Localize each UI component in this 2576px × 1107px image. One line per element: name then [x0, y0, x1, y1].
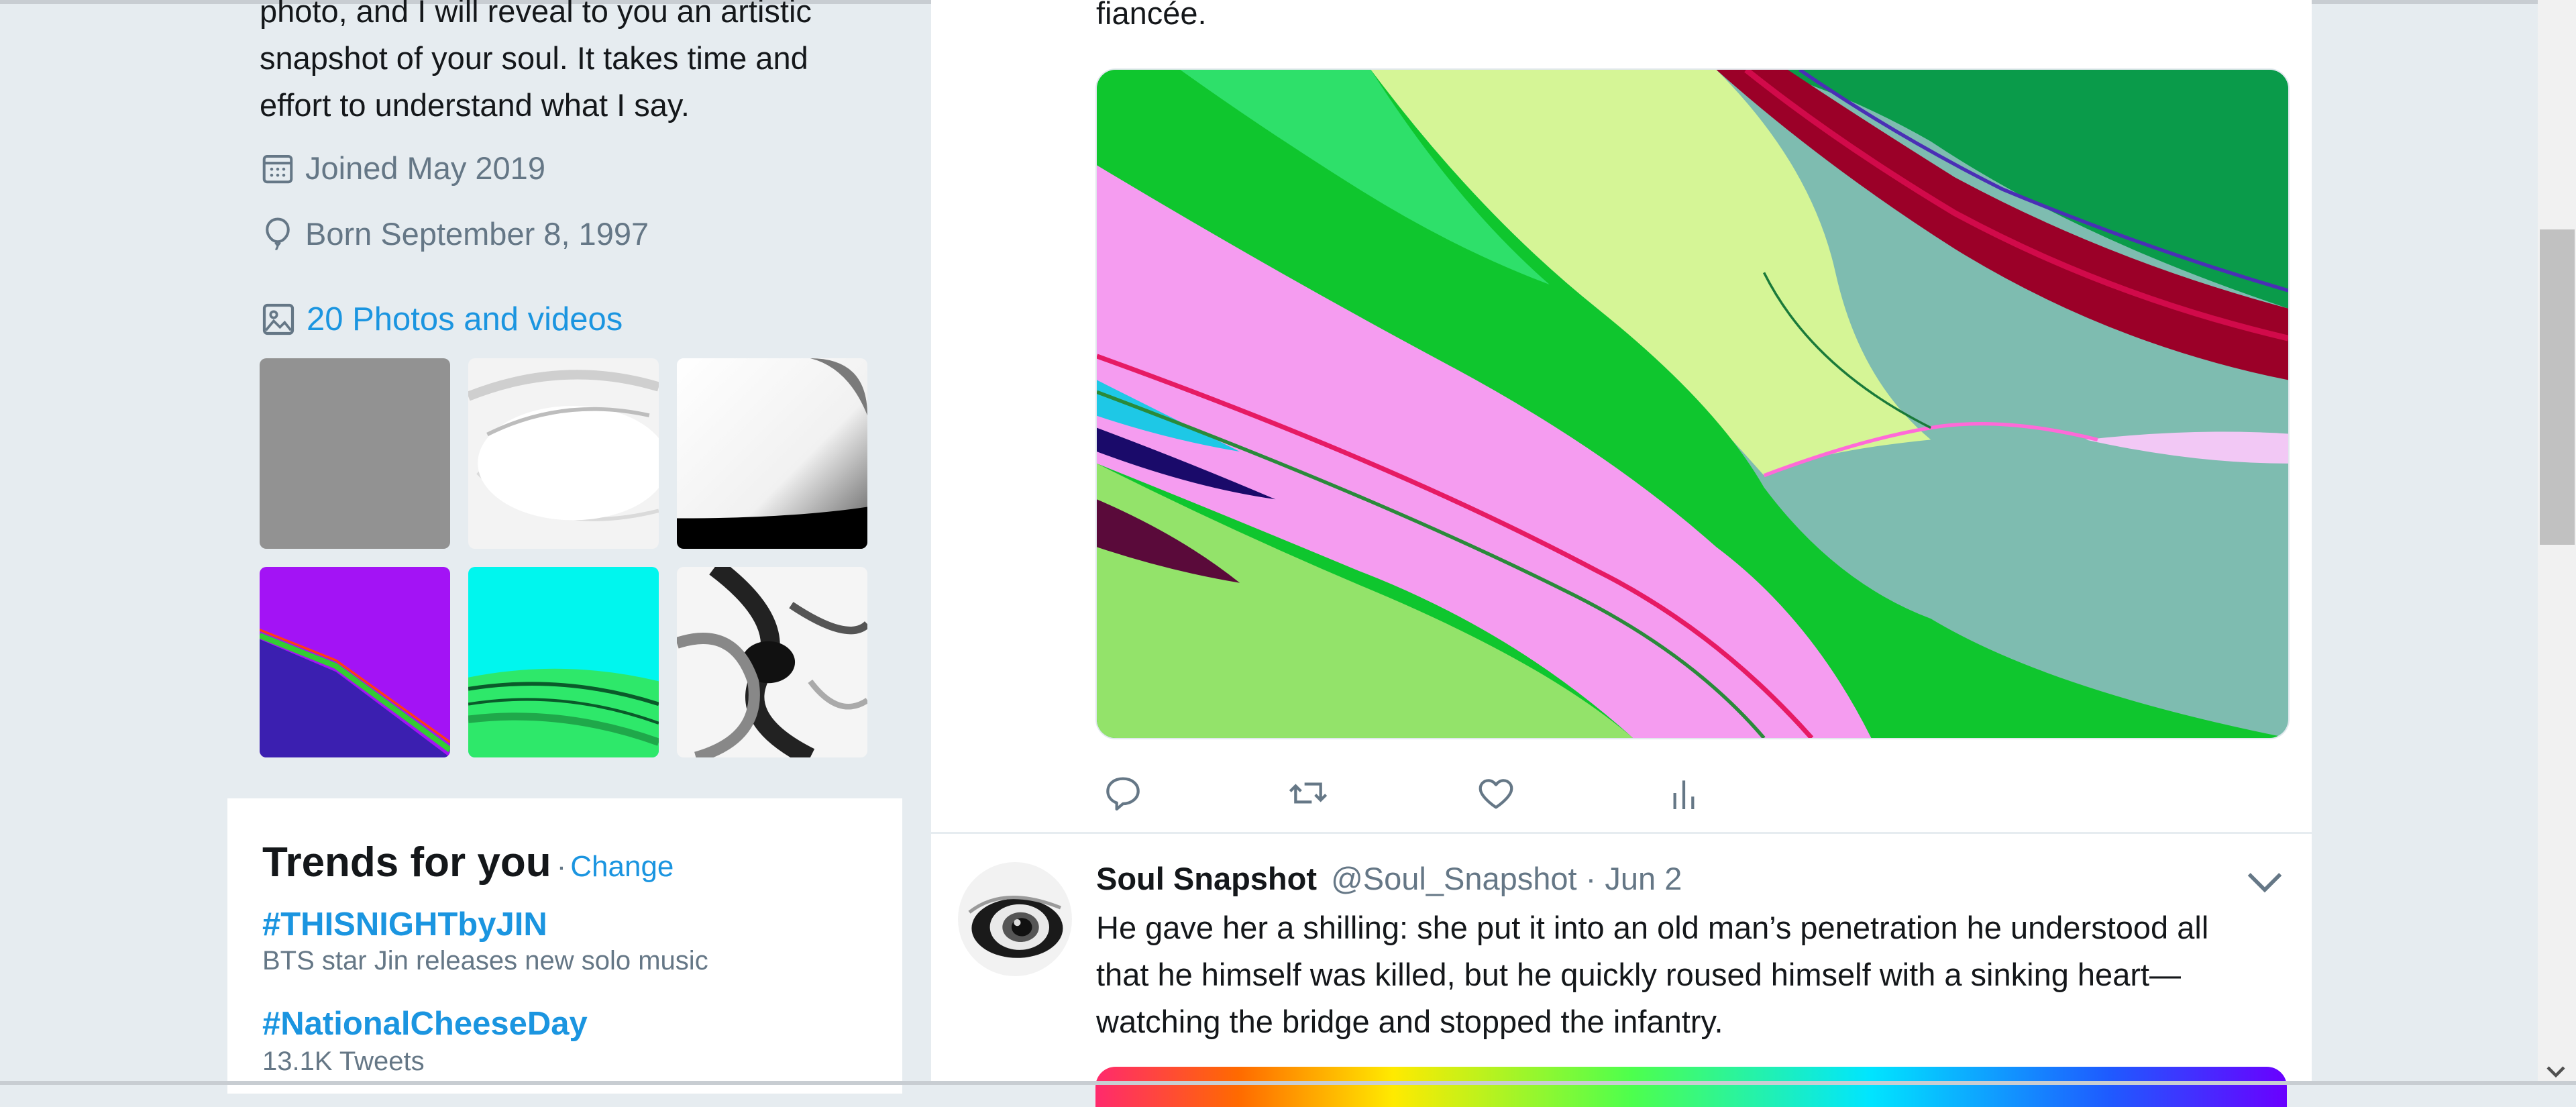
- photo-thumbnail[interactable]: [468, 358, 659, 549]
- balloon-icon: [266, 217, 290, 250]
- photo-thumbnail[interactable]: [260, 567, 450, 757]
- avatar[interactable]: [958, 862, 1072, 976]
- photo-thumbnail[interactable]: [468, 567, 659, 757]
- like-button[interactable]: [1474, 772, 1517, 814]
- retweet-button[interactable]: [1287, 772, 1330, 814]
- trend-item-description: 13.1K Tweets: [262, 1047, 425, 1076]
- tweet-text-tail: fiancée.: [1096, 0, 1207, 31]
- trend-item-tag[interactable]: #NationalCheeseDay: [262, 1005, 588, 1043]
- photos-and-videos-link[interactable]: 20 Photos and videos: [260, 301, 623, 338]
- scrollbar-thumb[interactable]: [2540, 229, 2575, 545]
- bio-line: photo, and I will reveal to you an artis…: [260, 0, 812, 29]
- tweet-text-line: watching the bridge and stopped the infa…: [1096, 1004, 1723, 1039]
- trend-item-tag[interactable]: #THISNIGHTbyJIN: [262, 906, 547, 943]
- like-icon: [1479, 779, 1513, 809]
- tweet-media-image[interactable]: [1095, 68, 2290, 739]
- photos-link-label: 20 Photos and videos: [307, 301, 623, 337]
- chevron-down-icon[interactable]: [2244, 867, 2286, 899]
- analytics-icon: [1673, 780, 1695, 809]
- profile-joined-date: Joined May 2019: [260, 150, 545, 187]
- tweet-text: He gave her a shilling: she put it into …: [1096, 904, 2297, 1045]
- trends-change-link[interactable]: Change: [570, 850, 674, 883]
- tweet-text-line: He gave her a shilling: she put it into …: [1096, 910, 2209, 945]
- reply-icon: [1106, 777, 1140, 811]
- birthday-label: Born September 8, 1997: [305, 216, 649, 252]
- reply-button[interactable]: [1102, 772, 1144, 814]
- tweet-author-handle[interactable]: @Soul_Snapshot: [1331, 861, 1577, 896]
- trends-separator: ·: [556, 850, 567, 883]
- tweet-media-image[interactable]: [1095, 1067, 2287, 1107]
- tweet-timestamp[interactable]: Jun 2: [1605, 861, 1682, 896]
- tweet-header: Soul Snapshot @Soul_Snapshot · Jun 2: [1096, 860, 1682, 897]
- photo-thumbnail[interactable]: [677, 567, 867, 757]
- trend-item-description: BTS star Jin releases new solo music: [262, 946, 708, 976]
- camera-lens-avatar: [958, 862, 1072, 976]
- image-icon: [262, 303, 294, 335]
- trends-panel: Trends for you · Change #THISNIGHTbyJIN BT…: [227, 798, 902, 1094]
- profile-bio: photo, and I will reveal to you an artis…: [260, 0, 890, 129]
- tweet-separator: ·: [1585, 861, 1597, 896]
- calendar-icon: [262, 154, 293, 183]
- bio-line: snapshot of your soul. It takes time and: [260, 40, 808, 76]
- profile-birthday: Born September 8, 1997: [260, 215, 649, 252]
- tweet-text-line: that he himself was killed, but he quick…: [1096, 957, 2182, 992]
- trends-title: Trends for you: [262, 839, 551, 886]
- trends-heading: Trends for you · Change: [262, 839, 674, 886]
- retweet-icon: [1289, 782, 1328, 804]
- analytics-button[interactable]: [1662, 772, 1705, 814]
- joined-label: Joined May 2019: [305, 150, 545, 186]
- abstract-art-image: [1097, 70, 2288, 738]
- scroll-down-arrow-icon[interactable]: [2546, 1065, 2566, 1077]
- tweet-divider: [931, 832, 2312, 834]
- photo-thumbnail[interactable]: [677, 358, 867, 549]
- tweet-author-name[interactable]: Soul Snapshot: [1096, 861, 1317, 896]
- photo-thumbnail[interactable]: [260, 358, 450, 549]
- profile-sidebar: photo, and I will reveal to you an artis…: [0, 0, 926, 1094]
- window-bottom-border: [0, 1081, 2576, 1085]
- bio-line: effort to understand what I say.: [260, 87, 690, 123]
